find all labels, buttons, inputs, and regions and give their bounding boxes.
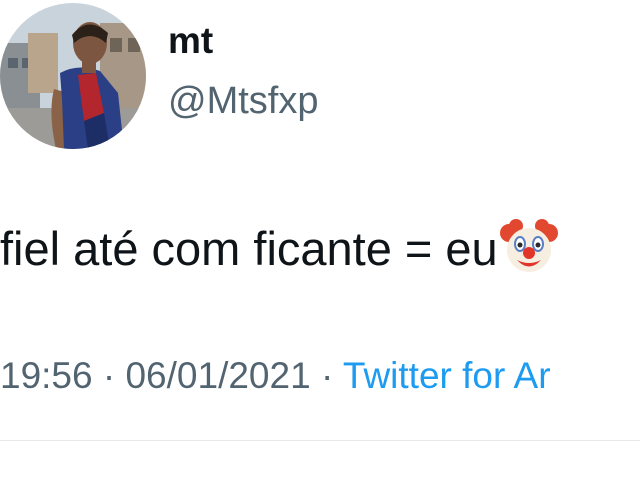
tweet-text: fiel até com ficante = eu (0, 221, 498, 275)
avatar[interactable] (0, 3, 146, 149)
user-handle[interactable]: @Mtsfxp (168, 82, 318, 120)
divider (0, 440, 640, 441)
meta-separator: · (310, 355, 343, 396)
display-name[interactable]: mt (168, 22, 213, 59)
tweet-source-link[interactable]: Twitter for Ar (343, 355, 551, 396)
tweet-time[interactable]: 19:56 (0, 355, 93, 396)
tweet-body: fiel até com ficante = eu (0, 218, 558, 278)
clown-face-icon (499, 219, 558, 277)
avatar-photo (0, 3, 146, 149)
tweet-date[interactable]: 06/01/2021 (125, 355, 310, 396)
meta-separator: · (92, 355, 126, 396)
tweet-meta: 19:56 · 06/01/2021 · Twitter for Ar (0, 357, 551, 394)
